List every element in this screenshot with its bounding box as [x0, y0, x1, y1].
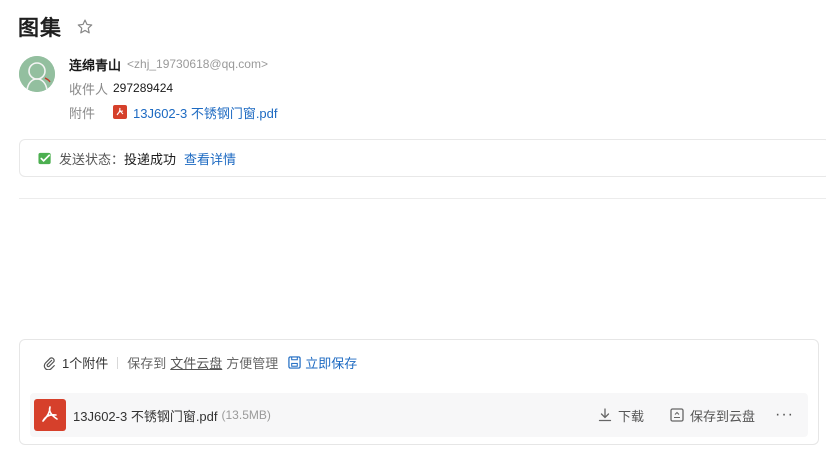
attachment-header: 1个附件 保存到 文件云盘 方便管理 立即保存 — [42, 353, 357, 372]
save-to-cloud-button[interactable]: 保存到云盘 — [670, 406, 755, 425]
delivery-status-box: 发送状态： 投递成功 查看详情 — [19, 139, 826, 177]
title-row: 图集 — [18, 12, 94, 42]
download-button[interactable]: 下载 — [598, 406, 644, 425]
sender-line: 连绵青山 <zhj_19730618@qq.com> — [69, 52, 669, 76]
download-label: 下载 — [617, 408, 644, 424]
attachment-label: 附件 — [69, 105, 96, 121]
recipient-label: 收件人 — [69, 81, 109, 97]
attachment-line: 附件 13J602-3 不锈钢门窗.pdf — [69, 100, 669, 124]
attachment-link-text: 13J602-3 不锈钢门窗.pdf — [133, 105, 278, 121]
avatar-image — [19, 56, 55, 92]
file-cloud-link[interactable]: 文件云盘 — [170, 353, 222, 372]
paperclip-icon — [43, 356, 55, 370]
page-title: 图集 — [18, 17, 62, 40]
save-to-text: 保存到 — [127, 356, 167, 371]
attachment-link[interactable]: 13J602-3 不锈钢门窗.pdf — [113, 103, 278, 122]
file-size: (13.5MB) — [221, 408, 271, 422]
file-actions: 下载 保存到云盘 ··· — [598, 393, 794, 437]
email-meta: 连绵青山 <zhj_19730618@qq.com> 收件人 297289424… — [69, 56, 669, 124]
save-now-label: 立即保存 — [305, 356, 358, 371]
pdf-icon — [113, 105, 127, 119]
star-icon[interactable] — [76, 18, 94, 36]
divider — [19, 198, 826, 199]
save-icon — [288, 356, 301, 369]
avatar[interactable] — [19, 56, 55, 92]
recipient-value[interactable]: 297289424 — [113, 81, 173, 95]
save-now-button[interactable]: 立即保存 — [288, 353, 357, 372]
status-value: 投递成功 — [124, 151, 177, 167]
convenient-text: 方便管理 — [226, 356, 279, 371]
recipient-line: 收件人 297289424 — [69, 76, 669, 100]
more-icon[interactable]: ··· — [775, 406, 794, 424]
status-label: 发送状态： — [59, 151, 125, 167]
view-details-link[interactable]: 查看详情 — [184, 149, 236, 168]
download-icon — [598, 408, 612, 422]
sender-email: <zhj_19730618@qq.com> — [127, 57, 268, 71]
attachment-panel: 1个附件 保存到 文件云盘 方便管理 立即保存 13J602-3 不锈钢门窗.p… — [19, 339, 819, 445]
attachment-file-row[interactable]: 13J602-3 不锈钢门窗.pdf (13.5MB) 下载 保存到云盘 ··· — [30, 393, 808, 437]
file-name[interactable]: 13J602-3 不锈钢门窗.pdf — [73, 406, 218, 425]
save-to-cloud-label: 保存到云盘 — [690, 408, 756, 424]
cloud-save-icon — [670, 408, 684, 422]
sender-name[interactable]: 连绵青山 — [69, 55, 121, 74]
check-icon — [38, 152, 51, 164]
attachment-count: 1个附件 — [62, 356, 109, 371]
pdf-icon — [34, 399, 66, 431]
separator — [117, 356, 119, 369]
